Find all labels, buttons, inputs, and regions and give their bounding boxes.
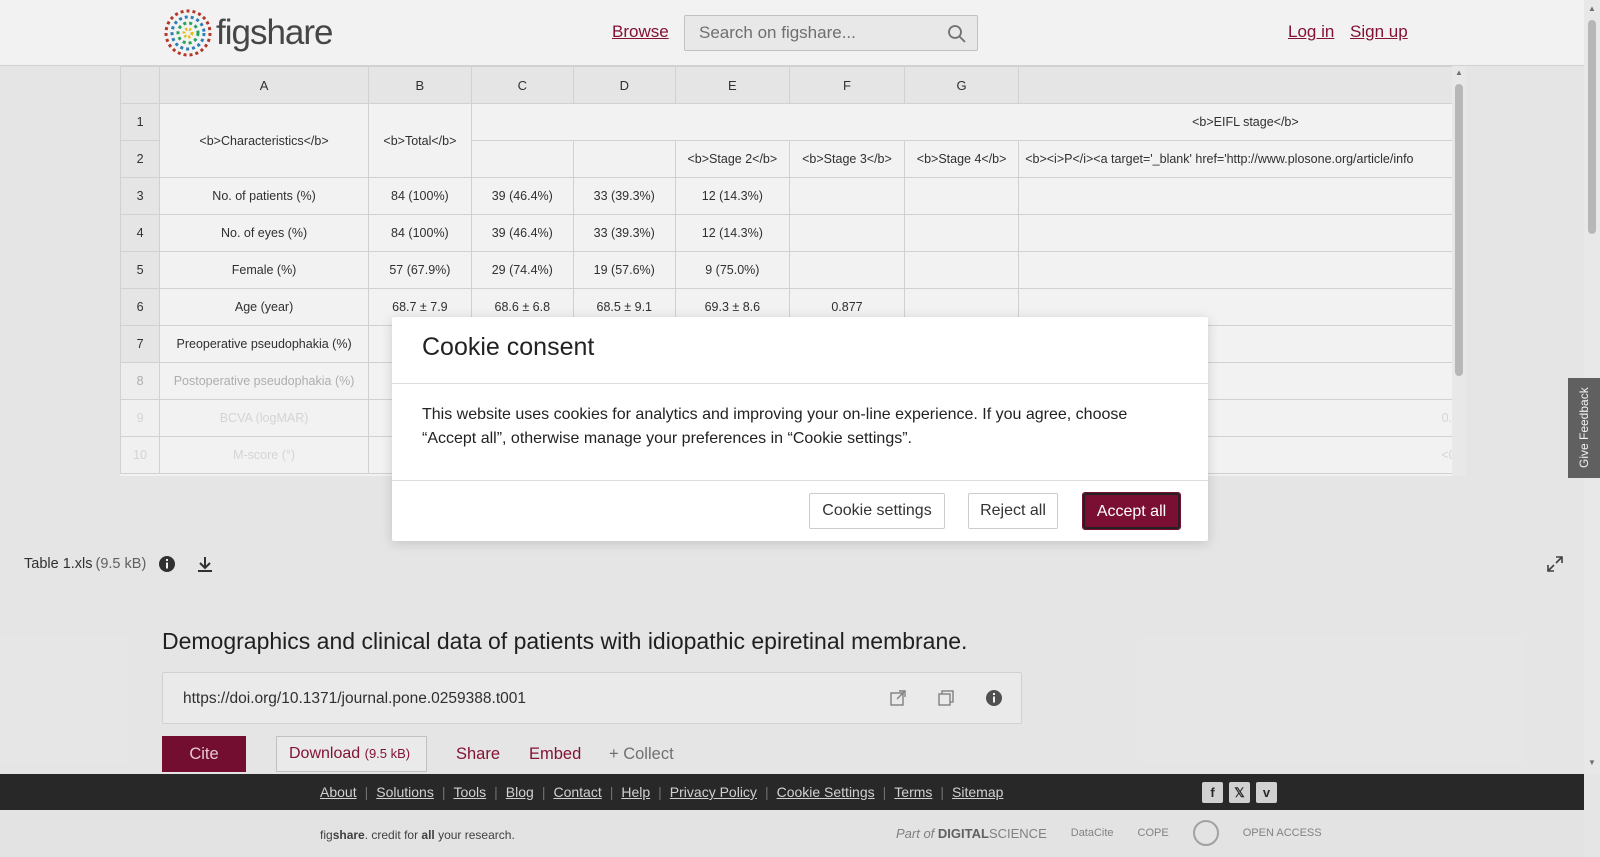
cookie-dialog-title: Cookie consent xyxy=(422,333,595,361)
cookie-consent-dialog: Cookie consent This website uses cookies… xyxy=(392,317,1208,541)
cookie-settings-button[interactable]: Cookie settings xyxy=(809,493,945,529)
divider xyxy=(392,480,1208,481)
cookie-dialog-body: This website uses cookies for analytics … xyxy=(422,406,1128,447)
reject-all-button[interactable]: Reject all xyxy=(968,493,1058,529)
divider xyxy=(392,383,1208,384)
accept-all-button[interactable]: Accept all xyxy=(1082,492,1181,530)
